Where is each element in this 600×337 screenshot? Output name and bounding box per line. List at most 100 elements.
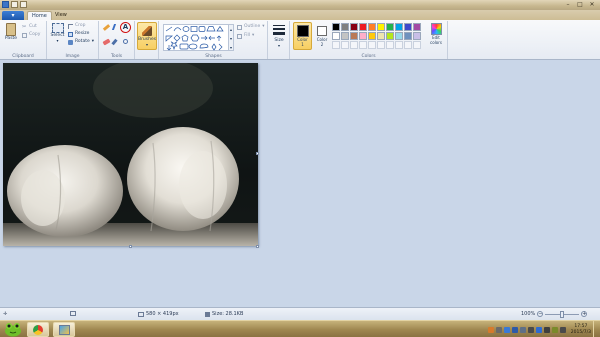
volume-icon[interactable] <box>527 326 534 333</box>
cut-button[interactable]: ✂ Cut <box>22 24 37 30</box>
select-button[interactable]: Select ▾ <box>49 23 66 43</box>
palette-swatch[interactable] <box>413 23 421 31</box>
clock[interactable]: 17:57 2015/7/3 <box>571 324 591 336</box>
tray-app-icon[interactable] <box>535 326 542 333</box>
shapes-gallery-scroll[interactable]: ▴ ▾ ▾ <box>229 24 234 51</box>
tray-app-icon[interactable] <box>487 326 494 333</box>
star-shape-icon <box>170 41 178 51</box>
zoom-slider-thumb[interactable] <box>560 310 565 318</box>
custom-color-slot[interactable] <box>350 41 358 49</box>
size-button[interactable]: Size ▾ <box>270 24 288 48</box>
rotate-icon <box>68 39 73 45</box>
resize-handle-right[interactable] <box>256 152 259 155</box>
palette-swatch[interactable] <box>386 23 394 31</box>
rotate-dropdown-icon: ▾ <box>91 39 94 44</box>
paint-app-icon[interactable] <box>2 1 9 8</box>
ribbon: Paste ✂ Cut Copy Clipboard Select ▾ Crop… <box>0 20 600 60</box>
minimize-button[interactable]: – <box>562 0 574 9</box>
palette-swatch[interactable] <box>386 32 394 40</box>
palette-swatch[interactable] <box>359 23 367 31</box>
palette-swatch[interactable] <box>395 32 403 40</box>
zoom-in-icon[interactable]: + <box>581 311 588 317</box>
tray-app-icon[interactable] <box>495 326 502 333</box>
tray-app-icon[interactable] <box>503 326 510 333</box>
start-button[interactable] <box>2 322 24 337</box>
brushes-button[interactable]: Brushes ▾ <box>137 22 157 50</box>
palette-swatch[interactable] <box>332 23 340 31</box>
taskbar-paint-button[interactable] <box>53 322 75 337</box>
custom-color-slot[interactable] <box>368 41 376 49</box>
palette-swatch[interactable] <box>377 23 385 31</box>
resize-handle-bottom[interactable] <box>129 245 132 248</box>
palette-swatch[interactable] <box>404 32 412 40</box>
palette-swatch[interactable] <box>341 23 349 31</box>
tray-app-icon[interactable] <box>543 326 550 333</box>
palette-swatch[interactable] <box>368 23 376 31</box>
fill-button[interactable]: Fill ▾ <box>237 33 254 39</box>
shapes-gallery[interactable] <box>163 24 229 51</box>
image-group: Select ▾ Crop Resize Rotate ▾ Image <box>47 21 99 59</box>
taskbar-chrome-button[interactable] <box>27 322 49 337</box>
maximize-button[interactable]: □ <box>574 0 586 9</box>
color2-button[interactable]: Color 2 <box>314 22 330 47</box>
resize-handle-corner[interactable] <box>256 245 259 248</box>
edit-colors-button[interactable]: Edit colors <box>426 23 446 45</box>
tab-view[interactable]: View <box>51 11 71 20</box>
color1-label: Color 1 <box>297 37 308 47</box>
copy-label: Copy <box>29 32 41 37</box>
paste-button[interactable]: Paste <box>3 23 19 41</box>
resize-icon <box>68 31 73 37</box>
shapes-group: ▴ ▾ ▾ Outline ▾ Fill ▾ Shapes <box>160 21 268 59</box>
color-picker-icon[interactable] <box>111 38 118 46</box>
clipboard-group: Paste ✂ Cut Copy Clipboard <box>0 21 47 59</box>
zoom-slider[interactable] <box>545 310 580 318</box>
palette-swatch[interactable] <box>368 32 376 40</box>
crop-button[interactable]: Crop <box>68 23 86 29</box>
copy-button[interactable]: Copy <box>22 32 40 38</box>
close-button[interactable]: ✕ <box>586 0 598 9</box>
browser-icon <box>33 325 43 335</box>
custom-color-slot[interactable] <box>386 41 394 49</box>
palette-swatch[interactable] <box>350 32 358 40</box>
shield-icon[interactable] <box>511 326 518 333</box>
keyboard-icon[interactable] <box>559 326 566 333</box>
magnifier-icon[interactable] <box>123 39 128 44</box>
outline-button[interactable]: Outline ▾ <box>237 24 265 30</box>
pencil-icon[interactable] <box>102 24 111 31</box>
oval-shape-icon <box>182 26 190 32</box>
network-icon[interactable] <box>519 326 526 333</box>
palette-swatch[interactable] <box>332 32 340 40</box>
fill-bucket-icon[interactable] <box>111 24 121 30</box>
palette-swatch[interactable] <box>413 32 421 40</box>
image-canvas[interactable] <box>3 63 258 246</box>
custom-color-slot[interactable] <box>395 41 403 49</box>
color1-button[interactable]: Color 1 <box>293 22 312 50</box>
cloud-callout-shape-icon <box>199 43 209 49</box>
save-icon[interactable] <box>11 1 18 8</box>
file-menu-button[interactable]: ▾ <box>2 11 24 20</box>
palette-swatch[interactable] <box>341 32 349 40</box>
eraser-icon[interactable] <box>102 38 111 46</box>
resize-button[interactable]: Resize <box>68 31 89 37</box>
custom-color-slot[interactable] <box>404 41 412 49</box>
show-desktop-button[interactable] <box>593 321 598 337</box>
tab-home[interactable]: Home <box>27 11 52 20</box>
palette-swatch[interactable] <box>395 23 403 31</box>
battery-icon[interactable] <box>551 326 558 333</box>
custom-color-slot[interactable] <box>332 41 340 49</box>
text-tool-icon[interactable]: A <box>120 22 131 33</box>
custom-color-slot[interactable] <box>377 41 385 49</box>
brushes-dropdown-icon: ▾ <box>145 42 148 47</box>
palette-swatch[interactable] <box>404 23 412 31</box>
undo-icon[interactable] <box>20 1 27 8</box>
palette-swatch[interactable] <box>350 23 358 31</box>
canvas-area[interactable] <box>0 60 600 307</box>
palette-swatch[interactable] <box>359 32 367 40</box>
zoom-out-icon[interactable]: − <box>537 311 544 317</box>
rotate-button[interactable]: Rotate ▾ <box>68 39 94 45</box>
custom-color-slot[interactable] <box>413 41 421 49</box>
custom-color-slot[interactable] <box>359 41 367 49</box>
ribbon-tabs: ▾ Home View <box>0 10 600 20</box>
custom-color-slot[interactable] <box>341 41 349 49</box>
palette-swatch[interactable] <box>377 32 385 40</box>
